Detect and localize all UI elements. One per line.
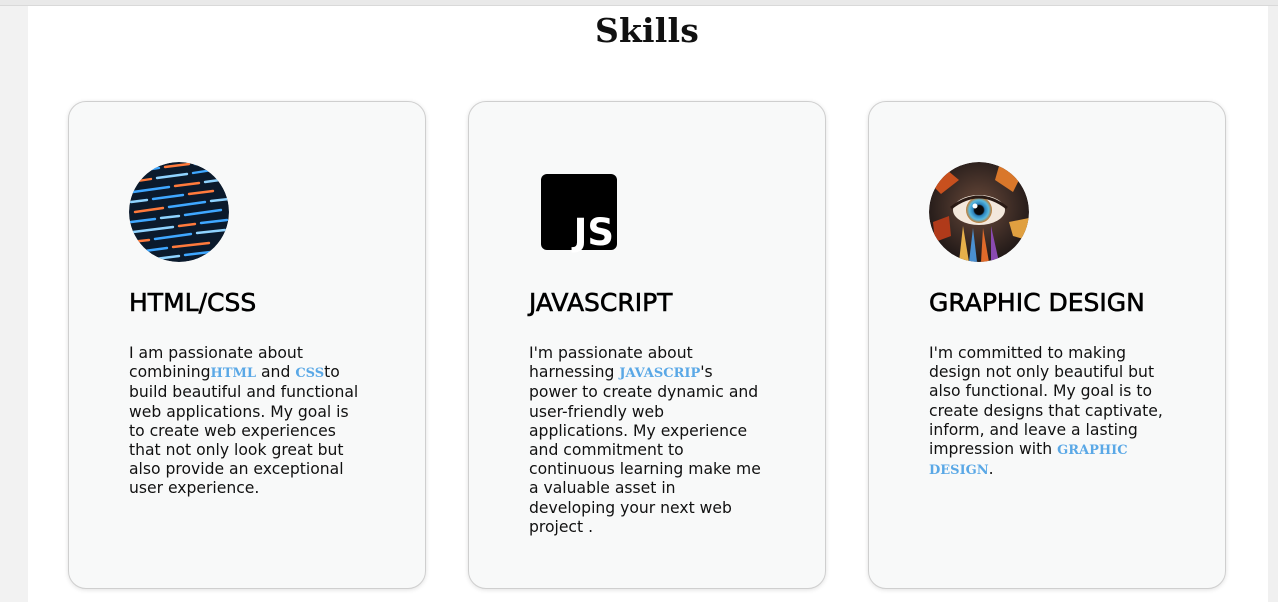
skills-section: Skills HTML/CSS I am passionate about co… [28, 6, 1268, 602]
description-text: and [256, 363, 296, 382]
keyword-css: CSS [295, 366, 325, 382]
colorful-eye-icon [929, 162, 1029, 262]
skill-card-javascript: JS JAVASCRIPT I'm passionate about harne… [468, 101, 826, 589]
description-text: 's power to create dynamic and user-frie… [529, 363, 761, 536]
description-text: to build beautiful and functional web ap… [129, 363, 359, 498]
skill-title: JAVASCRIPT [529, 288, 673, 318]
description-text: I'm committed to making design not only … [929, 344, 1163, 459]
skill-card-graphic-design: GRAPHIC DESIGN I'm committed to making d… [868, 101, 1226, 589]
skill-description: I'm passionate about harnessing JAVASCRI… [529, 344, 765, 537]
skill-description: I am passionate about combiningHTML and … [129, 344, 365, 499]
skill-title: GRAPHIC DESIGN [929, 288, 1145, 318]
javascript-logo-icon: JS [529, 162, 629, 262]
code-screen-icon [129, 162, 229, 262]
keyword-javascript: JAVASCRIP [619, 366, 701, 382]
js-logo-text: JS [571, 211, 614, 254]
skill-title: HTML/CSS [129, 288, 257, 318]
skill-card-html-css: HTML/CSS I am passionate about combining… [68, 101, 426, 589]
scrollbar-track[interactable] [1268, 6, 1278, 602]
skill-description: I'm committed to making design not only … [929, 344, 1165, 480]
keyword-html: HTML [210, 366, 257, 382]
section-title: Skills [594, 11, 700, 50]
description-text: . [988, 460, 994, 479]
